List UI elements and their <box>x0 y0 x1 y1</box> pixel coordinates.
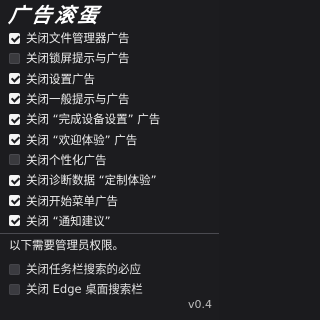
option-label: 关闭 “通知建议” <box>26 213 111 228</box>
checkbox[interactable] <box>9 283 20 295</box>
version-label: v0.4 <box>187 298 212 311</box>
checkbox[interactable] <box>9 174 20 186</box>
checkbox[interactable] <box>9 32 20 44</box>
checkbox[interactable] <box>9 113 20 125</box>
checkbox[interactable] <box>9 134 20 146</box>
ad-blocker-panel: 广告滚蛋 关闭文件管理器广告 关闭锁屏提示与广告 关闭设置广告 关闭一般提示与广… <box>0 0 219 320</box>
option-edge-desktop-search-bar[interactable]: 关闭 Edge 桌面搜索栏 <box>9 280 214 298</box>
option-label: 关闭文件管理器广告 <box>26 31 130 45</box>
checkbox[interactable] <box>9 215 20 227</box>
option-label: 关闭 “完成设备设置” 广告 <box>26 112 161 127</box>
admin-options-list: 关闭任务栏搜索的必应 关闭 Edge 桌面搜索栏 <box>9 260 214 300</box>
option-notification-suggestions[interactable]: 关闭 “通知建议” <box>9 212 214 230</box>
section-divider <box>0 233 219 234</box>
checkbox[interactable] <box>9 52 20 64</box>
option-settings-ads[interactable]: 关闭设置广告 <box>9 70 214 88</box>
option-label: 关闭个性化广告 <box>26 152 107 167</box>
option-label: 关闭锁屏提示与广告 <box>26 51 130 66</box>
option-label: 关闭任务栏搜索的必应 <box>26 262 141 276</box>
checkbox[interactable] <box>9 73 20 85</box>
option-label: 关闭 “欢迎体验” 广告 <box>26 132 138 147</box>
option-label: 关闭 Edge 桌面搜索栏 <box>26 282 143 296</box>
checkbox[interactable] <box>9 93 20 105</box>
option-file-manager-ads[interactable]: 关闭文件管理器广告 <box>9 29 214 47</box>
option-finish-setup-ads[interactable]: 关闭 “完成设备设置” 广告 <box>9 110 214 128</box>
option-start-menu-ads[interactable]: 关闭开始菜单广告 <box>9 192 214 210</box>
option-general-tips-ads[interactable]: 关闭一般提示与广告 <box>9 90 214 108</box>
checkbox[interactable] <box>9 154 20 166</box>
option-label: 关闭设置广告 <box>26 71 95 86</box>
options-list: 关闭文件管理器广告 关闭锁屏提示与广告 关闭设置广告 关闭一般提示与广告 关闭 … <box>9 29 214 232</box>
admin-required-note: 以下需要管理员权限。 <box>9 238 124 252</box>
checkbox[interactable] <box>9 263 20 275</box>
checkbox[interactable] <box>9 195 20 207</box>
option-label: 关闭开始菜单广告 <box>26 193 118 208</box>
option-personalized-ads[interactable]: 关闭个性化广告 <box>9 151 214 169</box>
option-label: 关闭诊断数据 “定制体验” <box>26 173 157 188</box>
option-welcome-experience-ads[interactable]: 关闭 “欢迎体验” 广告 <box>9 131 214 149</box>
option-label: 关闭一般提示与广告 <box>26 91 130 106</box>
option-diagnostic-tailored-experience[interactable]: 关闭诊断数据 “定制体验” <box>9 171 214 189</box>
option-lockscreen-ads[interactable]: 关闭锁屏提示与广告 <box>9 49 214 67</box>
option-taskbar-search-bing[interactable]: 关闭任务栏搜索的必应 <box>9 260 214 278</box>
app-title: 广告滚蛋 <box>7 3 103 27</box>
